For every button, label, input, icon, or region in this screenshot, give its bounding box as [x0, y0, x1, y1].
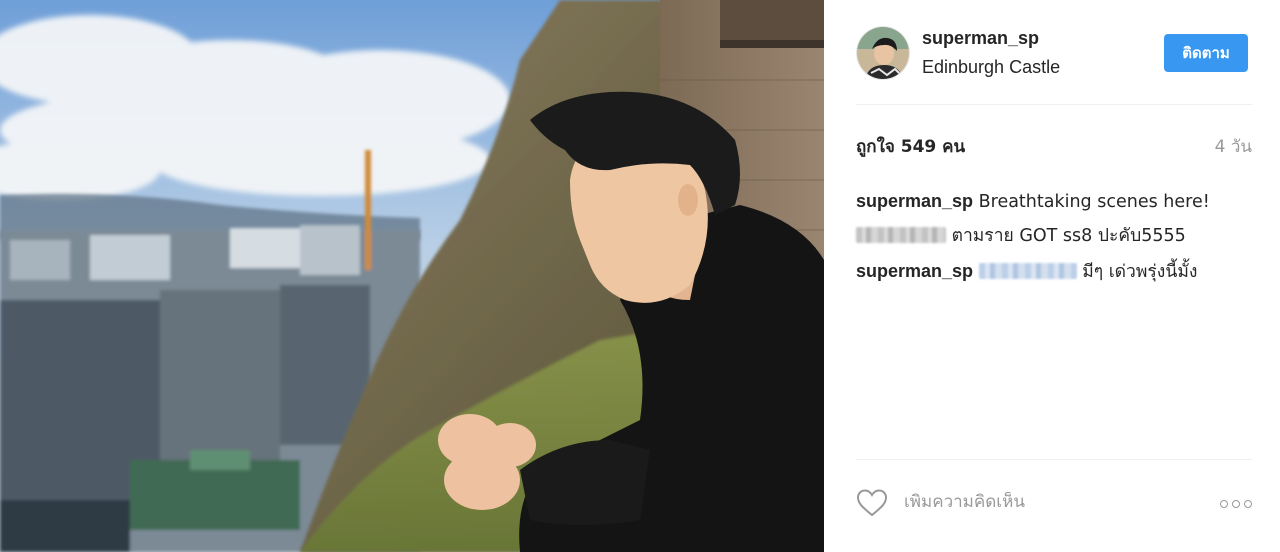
post-time[interactable]: 4 วัน — [1215, 133, 1252, 160]
dot — [1244, 500, 1252, 508]
comment-text: Breathtaking scenes here! — [978, 192, 1210, 212]
comment-text: มีๆ เด่วพรุ่งนี้มั้ง — [1082, 262, 1198, 282]
redacted-username — [856, 226, 946, 243]
comments-list: superman_sp Breathtaking scenes here! ตา… — [856, 184, 1252, 289]
author-username[interactable]: superman_sp — [922, 28, 1039, 49]
comment-text: ตามราย GOT ss8 ปะคับ5555 — [951, 226, 1186, 246]
comment-item: superman_sp Breathtaking scenes here! — [856, 184, 1252, 219]
follow-button[interactable]: ติดตาม — [1164, 34, 1248, 72]
dot — [1232, 500, 1240, 508]
comment-item: ตามราย GOT ss8 ปะคับ5555 — [856, 219, 1252, 254]
comment-username[interactable]: superman_sp — [856, 261, 973, 281]
likes-count[interactable]: ถูกใจ 549 คน — [856, 133, 965, 160]
avatar[interactable] — [856, 26, 910, 80]
divider — [856, 104, 1252, 105]
post-side-panel: superman_sp Edinburgh Castle ติดตาม ถูกใ… — [824, 0, 1280, 552]
post-view: superman_sp Edinburgh Castle ติดตาม ถูกใ… — [0, 0, 1280, 552]
heart-icon[interactable] — [856, 488, 888, 518]
divider — [856, 459, 1252, 460]
post-photo[interactable] — [0, 0, 824, 552]
dot — [1220, 500, 1228, 508]
redacted-mention — [978, 262, 1077, 279]
avatar-image — [857, 27, 909, 79]
post-location[interactable]: Edinburgh Castle — [922, 57, 1060, 78]
add-comment-input[interactable] — [904, 492, 1204, 512]
post-header: superman_sp Edinburgh Castle ติดตาม — [856, 24, 1252, 84]
photo-scene — [0, 0, 824, 552]
comment-username[interactable]: superman_sp — [856, 191, 973, 211]
post-stats: ถูกใจ 549 คน 4 วัน — [856, 133, 1252, 159]
post-actions — [856, 478, 1252, 530]
more-options-icon[interactable] — [1216, 494, 1252, 514]
comment-item: superman_sp มีๆ เด่วพรุ่งนี้มั้ง — [856, 254, 1252, 289]
